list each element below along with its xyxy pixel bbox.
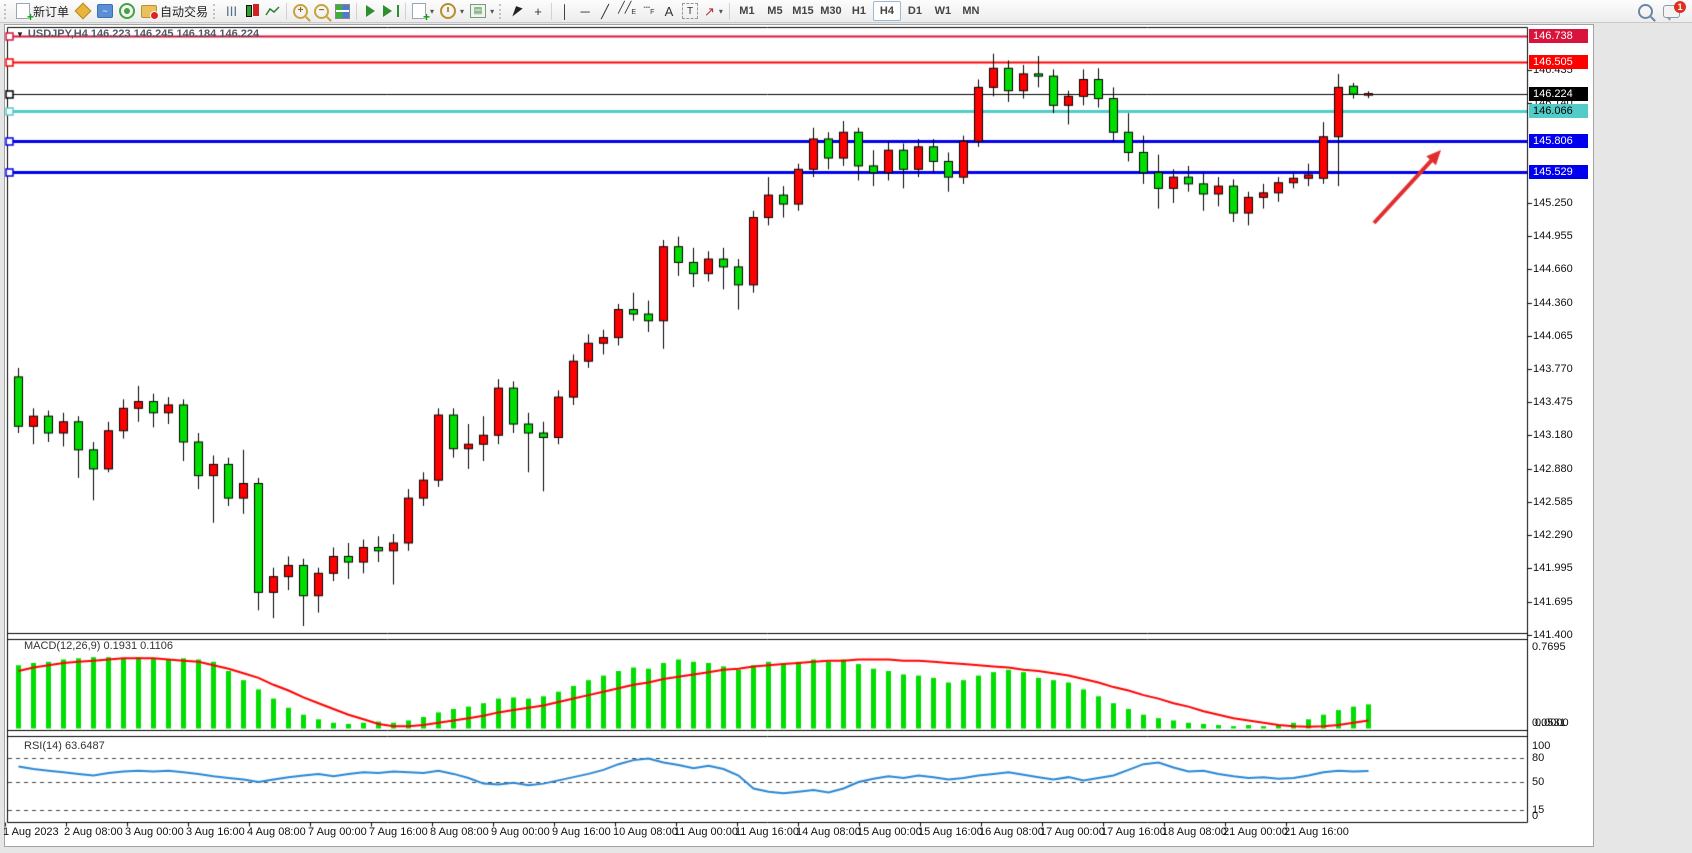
notification-badge: 1 (1674, 1, 1686, 13)
timeframe-button-h4[interactable]: H4 (873, 1, 901, 21)
timeframe-button-m5[interactable]: M5 (761, 1, 789, 21)
new-order-button[interactable]: 新订单 (13, 1, 72, 21)
autotrading-icon (141, 5, 157, 18)
toolbar-separator (356, 3, 357, 20)
line-chart-button[interactable] (262, 1, 283, 21)
vertical-line-button[interactable]: │ (555, 1, 575, 21)
signals-button[interactable] (116, 1, 138, 21)
text-icon: A (665, 5, 674, 18)
timeframe-button-m30[interactable]: M30 (817, 1, 845, 21)
horizontal-line-icon: ─ (580, 5, 589, 18)
toolbar: 新订单 ~ 自动交易 ||| + − ▾ ▾ ▤▾ + │ ─ ╱ ╱╱E ┄F… (0, 0, 1692, 23)
horizontal-line-button[interactable]: ─ (575, 1, 595, 21)
chart-shift-button[interactable] (380, 1, 402, 21)
toolbar-separator (286, 3, 287, 20)
toolbar-separator (405, 3, 406, 20)
market-button[interactable]: ~ (94, 1, 116, 21)
toolbar-separator (729, 3, 730, 20)
chevron-down-icon: ▾ (460, 7, 464, 16)
new-chart-button[interactable]: ▾ (409, 1, 437, 21)
timeframe-button-m15[interactable]: M15 (789, 1, 817, 21)
text-button[interactable]: A (659, 1, 679, 21)
toolbar-grip (4, 4, 9, 19)
tile-windows-button[interactable] (332, 1, 353, 21)
templates-button[interactable]: ▤▾ (467, 1, 497, 21)
toolbar-grip (213, 4, 218, 19)
vertical-line-icon: │ (561, 5, 569, 18)
timeframe-strip: M1M5M15M30H1H4D1W1MN (733, 1, 985, 21)
template-icon: ▤ (470, 4, 486, 18)
auto-scroll-icon (366, 5, 375, 17)
new-chart-icon (412, 3, 426, 19)
text-label-button[interactable]: T (679, 1, 701, 21)
auto-scroll-button[interactable] (360, 1, 380, 21)
trendline-icon: ╱ (601, 5, 609, 18)
toolbar-grip (499, 4, 504, 19)
chart-canvas[interactable] (0, 0, 1692, 853)
timeframe-button-h1[interactable]: H1 (845, 1, 873, 21)
crosshair-icon: + (534, 5, 542, 18)
chart-shift-icon (383, 5, 392, 17)
toolbar-right: 1 (1638, 4, 1690, 19)
toolbar-separator (551, 3, 552, 20)
mql5-community-button[interactable] (72, 1, 94, 21)
candlestick-chart-button[interactable] (242, 1, 262, 21)
profiles-button[interactable]: ▾ (437, 1, 467, 21)
cursor-button[interactable] (508, 1, 528, 21)
candlestick-icon (246, 5, 252, 17)
tile-windows-icon (335, 4, 350, 19)
zoom-out-icon: − (314, 4, 329, 19)
timeframe-button-mn[interactable]: MN (957, 1, 985, 21)
zoom-out-button[interactable]: − (311, 1, 332, 21)
market-icon: ~ (97, 4, 113, 18)
arrow-object-icon: ↗ (704, 5, 715, 18)
text-label-icon: T (682, 3, 698, 19)
notifications-icon[interactable]: 1 (1663, 5, 1680, 18)
equidistant-channel-button[interactable]: ╱╱E (615, 1, 639, 21)
timeframe-button-m1[interactable]: M1 (733, 1, 761, 21)
equidistant-channel-icon: ╱╱E (618, 2, 636, 19)
mql5-icon (75, 3, 92, 20)
cursor-icon (512, 6, 522, 19)
timeframe-button-w1[interactable]: W1 (929, 1, 957, 21)
crosshair-button[interactable]: + (528, 1, 548, 21)
signals-icon (119, 3, 135, 19)
chevron-down-icon: ▾ (430, 7, 434, 16)
zoom-in-icon: + (293, 4, 308, 19)
bar-chart-icon: ||| (226, 6, 237, 17)
line-chart-icon (265, 5, 280, 17)
bar-chart-button[interactable]: ||| (222, 1, 242, 21)
timeframe-button-d1[interactable]: D1 (901, 1, 929, 21)
fibonacci-icon: ┄F (644, 2, 655, 19)
arrows-button[interactable]: ↗▾ (701, 1, 726, 21)
clock-icon (440, 3, 456, 19)
chevron-down-icon: ▾ (719, 7, 723, 16)
trendline-button[interactable]: ╱ (595, 1, 615, 21)
fibonacci-button[interactable]: ┄F (639, 1, 659, 21)
new-order-label: 新订单 (33, 3, 69, 20)
autotrading-button[interactable]: 自动交易 (138, 1, 211, 21)
new-order-icon (16, 3, 30, 19)
mt4-workspace: 新订单 ~ 自动交易 ||| + − ▾ ▾ ▤▾ + │ ─ ╱ ╱╱E ┄F… (0, 0, 1692, 853)
autotrading-label: 自动交易 (160, 3, 208, 20)
chevron-down-icon: ▾ (490, 7, 494, 16)
zoom-in-button[interactable]: + (290, 1, 311, 21)
search-icon[interactable] (1638, 4, 1653, 19)
